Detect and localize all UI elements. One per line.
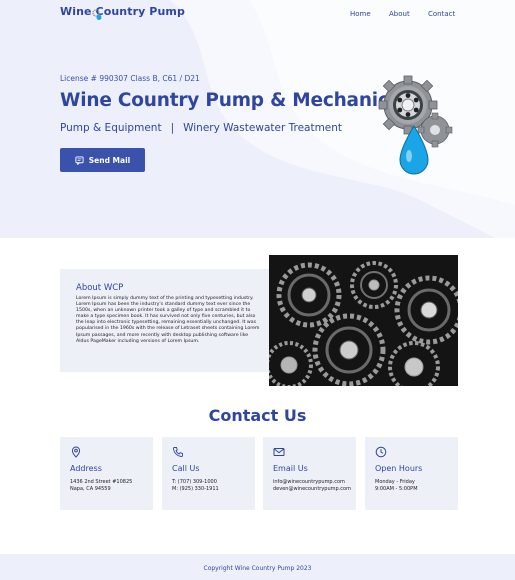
contact-card-call: Call Us T: (707) 309-1000 M: (925) 330-1… (162, 437, 255, 510)
copyright-text: Copyright Wine Country Pump 2023 (203, 565, 312, 572)
hours-times: 9:00AM - 5:00PM (375, 486, 418, 492)
top-nav-bar: Wine Country Pump Home About Contact (0, 0, 515, 28)
mail-icon (273, 448, 285, 456)
phone-telephone[interactable]: T: (707) 309-1000 (172, 479, 217, 485)
nav-link-contact[interactable]: Contact (428, 10, 455, 18)
logo-gear-drop-icon (92, 9, 102, 20)
phone-icon (173, 447, 183, 457)
card-title-call: Call Us (172, 464, 200, 473)
about-title: About WCP (76, 283, 124, 293)
message-icon (75, 155, 84, 165)
card-title-hours: Open Hours (375, 464, 423, 473)
contact-card-address: Address 1436 2nd Street #10825 Napa, CA … (60, 437, 153, 510)
contact-card-email: Email Us info@winecountrypump.com deven@… (263, 437, 356, 510)
bearing-icon (393, 90, 423, 120)
contact-card-hours: Open Hours Monday - Friday 9:00AM - 5:00… (365, 437, 458, 510)
email-deven[interactable]: deven@winecountrypump.com (273, 486, 351, 492)
nav-link-about[interactable]: About (389, 10, 410, 18)
nav-link-home[interactable]: Home (350, 10, 371, 18)
site-logo[interactable]: Wine Country Pump (60, 5, 185, 18)
location-pin-icon (71, 446, 81, 458)
about-card: About WCP Lorem Ipsum is simply dummy te… (60, 269, 269, 372)
license-number: License # 990307 Class B, C61 / D21 (60, 74, 200, 83)
contact-heading: Contact Us (208, 406, 307, 425)
hero-title: Wine Country Pump & Mechanical (60, 90, 408, 111)
address-line-2: Napa, CA 94559 (70, 486, 111, 492)
send-mail-label: Send Mail (88, 155, 131, 165)
clock-icon (375, 446, 387, 458)
hero-subtitle: Pump & Equipment | Winery Wastewater Treat… (60, 122, 342, 134)
card-title-address: Address (70, 464, 102, 473)
subtitle-wastewater: Winery Wastewater Treatment (183, 122, 343, 134)
footer: Copyright Wine Country Pump 2023 (0, 554, 515, 580)
subtitle-separator: | (170, 122, 175, 134)
email-info[interactable]: info@winecountrypump.com (273, 479, 345, 485)
about-description: Lorem Ipsum is simply dummy text of the … (76, 296, 260, 344)
send-mail-button[interactable]: Send Mail (60, 148, 145, 172)
address-line-1: 1436 2nd Street #10825 (70, 479, 133, 485)
phone-mobile[interactable]: M: (925) 330-1911 (172, 486, 219, 492)
gear-water-drop-illustration (378, 75, 453, 175)
subtitle-pump-equipment: Pump & Equipment (60, 122, 162, 134)
card-title-email: Email Us (273, 464, 308, 473)
hours-days: Monday - Friday (375, 479, 415, 485)
machinery-gears-photo (269, 255, 458, 386)
hero-section: Wine Country Pump Home About Contact Lic… (0, 0, 515, 238)
